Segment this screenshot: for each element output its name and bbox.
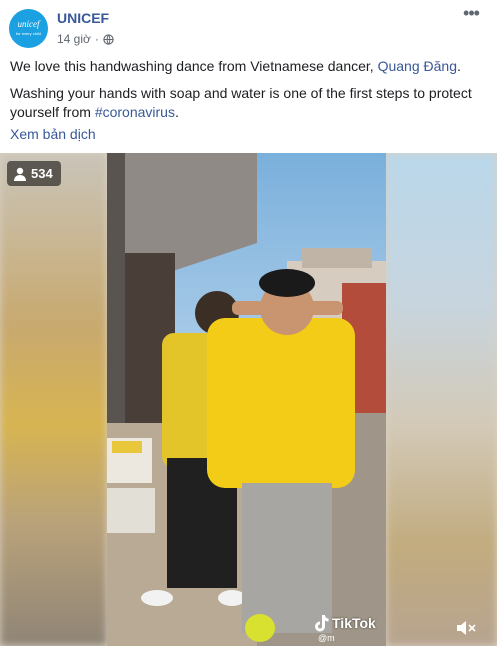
- post-header: unicef for every child UNICEF 14 giờ · •…: [0, 0, 497, 52]
- page-avatar[interactable]: unicef for every child: [9, 9, 48, 48]
- post-paragraph-2: Washing your hands with soap and water i…: [10, 84, 490, 122]
- paragraph-2-end: .: [174, 104, 179, 120]
- video-scene: [107, 153, 386, 646]
- tiktok-handle: @m: [318, 633, 335, 643]
- paragraph-1-end: .: [457, 58, 461, 74]
- page-name-link[interactable]: UNICEF: [57, 10, 109, 26]
- more-options-button[interactable]: •••: [457, 4, 485, 26]
- video-frame[interactable]: [107, 153, 386, 646]
- video-player[interactable]: 534 TikTok @m: [0, 153, 497, 646]
- dancer-mention-link[interactable]: Quang Đăng: [378, 58, 457, 74]
- viewer-count-value: 534: [31, 166, 53, 181]
- globe-icon[interactable]: [103, 33, 114, 45]
- unicef-tagline: for every child: [16, 31, 41, 36]
- meta-separator: ·: [94, 32, 99, 46]
- tiktok-note-icon: [315, 615, 329, 632]
- person-icon: [14, 167, 26, 181]
- video-blur-left: [0, 153, 107, 646]
- paragraph-1-text: We love this handwashing dance from Viet…: [10, 58, 378, 74]
- post-paragraph-1: We love this handwashing dance from Viet…: [10, 57, 490, 76]
- tiktok-watermark: TikTok: [313, 614, 376, 632]
- tiktok-label: TikTok: [332, 615, 376, 631]
- paragraph-2-text: Washing your hands with soap and water i…: [10, 85, 472, 120]
- video-blur-right: [386, 153, 497, 646]
- volume-muted-icon[interactable]: [455, 619, 477, 637]
- unicef-logo: unicef: [17, 19, 40, 29]
- live-viewer-count: 534: [7, 161, 61, 186]
- see-translation-link[interactable]: Xem bản dịch: [10, 126, 96, 142]
- post-meta: 14 giờ ·: [57, 32, 114, 46]
- post-text: We love this handwashing dance from Viet…: [10, 57, 490, 130]
- post-timestamp[interactable]: 14 giờ: [57, 32, 91, 46]
- hashtag-link[interactable]: #coronavirus: [95, 104, 175, 120]
